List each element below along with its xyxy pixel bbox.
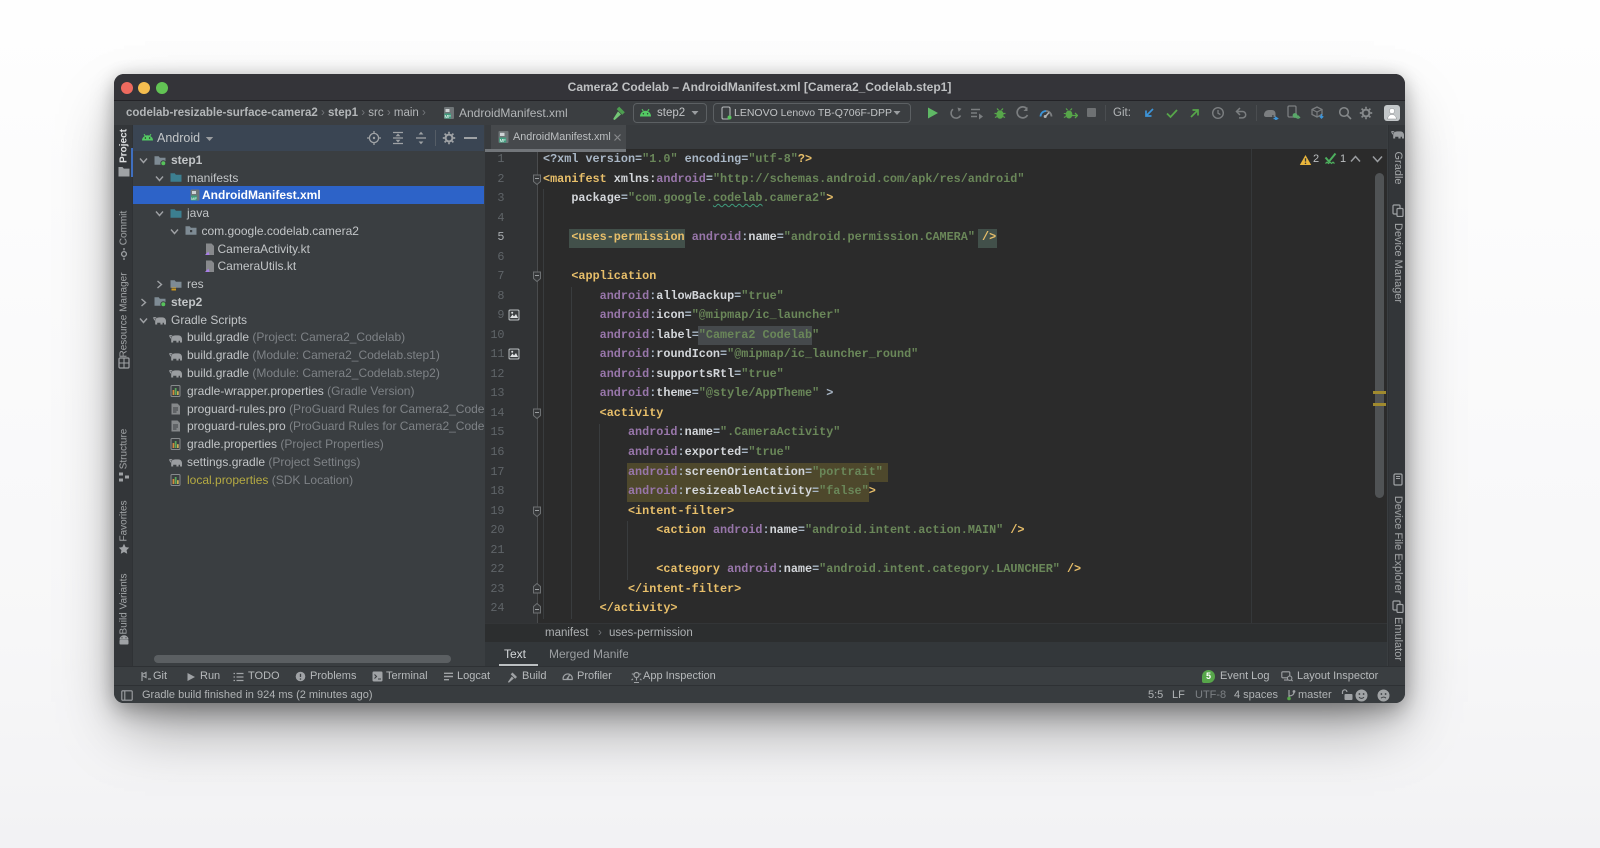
svg-text:MF: MF [191,196,197,201]
svg-text:MF: MF [444,114,451,119]
svg-text:MF: MF [500,138,507,143]
